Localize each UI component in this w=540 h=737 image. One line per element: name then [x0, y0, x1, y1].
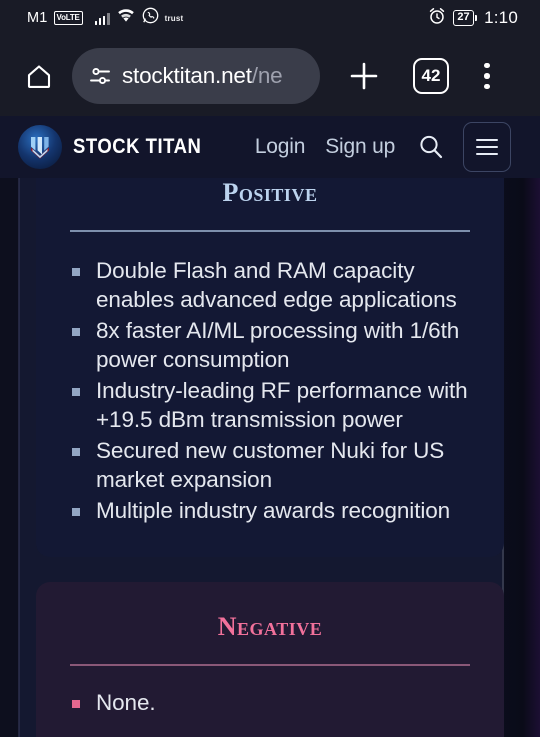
battery-nub: [474, 15, 478, 21]
list-item: None.: [70, 688, 470, 717]
hamburger-icon[interactable]: [463, 122, 512, 172]
login-link[interactable]: Login: [255, 135, 306, 159]
brand-label: STOCK TITAN: [73, 135, 202, 158]
battery-level: 27: [453, 9, 474, 27]
site-logo[interactable]: STOCK TITAN: [18, 125, 219, 169]
signal-strength-icon: [94, 12, 110, 25]
list-item: Double Flash and RAM capacity enables ad…: [70, 256, 470, 314]
url-bar[interactable]: stocktitan.net/ne: [72, 48, 320, 104]
negative-card-divider: [70, 664, 470, 666]
url-text[interactable]: stocktitan.net/ne: [122, 63, 283, 89]
search-icon[interactable]: [415, 131, 447, 163]
negative-card: Negative None.: [36, 582, 504, 737]
negative-points-list: None.: [70, 688, 470, 717]
kebab-dot: [484, 62, 490, 69]
kebab-dot: [484, 73, 490, 79]
browser-menu-button[interactable]: [470, 56, 504, 96]
phone-screen: M1 VoLTE trust 27 1:10 stocktitan.net/ne…: [0, 0, 540, 737]
list-item: Secured new customer Nuki for US market …: [70, 436, 470, 494]
home-icon[interactable]: [20, 57, 58, 95]
list-item: Multiple industry awards recognition: [70, 496, 470, 525]
hamburger-line: [476, 138, 499, 141]
url-path: /ne: [251, 63, 283, 88]
list-item: Industry-leading RF performance with +19…: [70, 376, 470, 434]
clock-label: 1:10: [484, 8, 518, 27]
wifi-icon: [116, 8, 136, 28]
browser-toolbar: stocktitan.net/ne 42: [0, 36, 540, 116]
url-host: stocktitan.net: [122, 63, 252, 88]
battery-indicator: 27: [453, 9, 478, 27]
status-bar-left: M1 VoLTE trust: [27, 7, 183, 29]
tune-icon[interactable]: [88, 64, 112, 88]
list-item: 8x faster AI/ML processing with 1/6th po…: [70, 316, 470, 374]
hamburger-line: [476, 153, 499, 156]
android-status-bar: M1 VoLTE trust 27 1:10: [0, 0, 540, 36]
sentiment-cards: Positive Double Flash and RAM capacity e…: [0, 162, 540, 737]
tab-switcher-button[interactable]: 42: [410, 55, 452, 97]
hamburger-line: [476, 145, 499, 149]
site-header: STOCK TITAN Login Sign up: [0, 116, 540, 178]
tab-count-label: 42: [413, 58, 449, 94]
signup-link[interactable]: Sign up: [325, 135, 395, 159]
status-bar-right: 27 1:10: [428, 7, 518, 30]
alarm-icon: [428, 7, 446, 30]
whatsapp-icon: [142, 7, 159, 29]
kebab-dot: [484, 83, 490, 90]
carrier-label: M1: [27, 10, 48, 26]
positive-points-list: Double Flash and RAM capacity enables ad…: [70, 256, 470, 525]
negative-card-title: Negative: [217, 612, 323, 641]
volte-badge: VoLTE: [53, 11, 83, 25]
trust-app-label: trust: [164, 13, 184, 23]
new-tab-button[interactable]: [342, 54, 386, 98]
webpage-viewport: STOCK TITAN Login Sign up Positive Doubl…: [0, 116, 540, 737]
positive-card: Positive Double Flash and RAM capacity e…: [36, 162, 504, 557]
stock-titan-logo-icon: [18, 125, 62, 169]
positive-card-divider: [70, 230, 470, 232]
